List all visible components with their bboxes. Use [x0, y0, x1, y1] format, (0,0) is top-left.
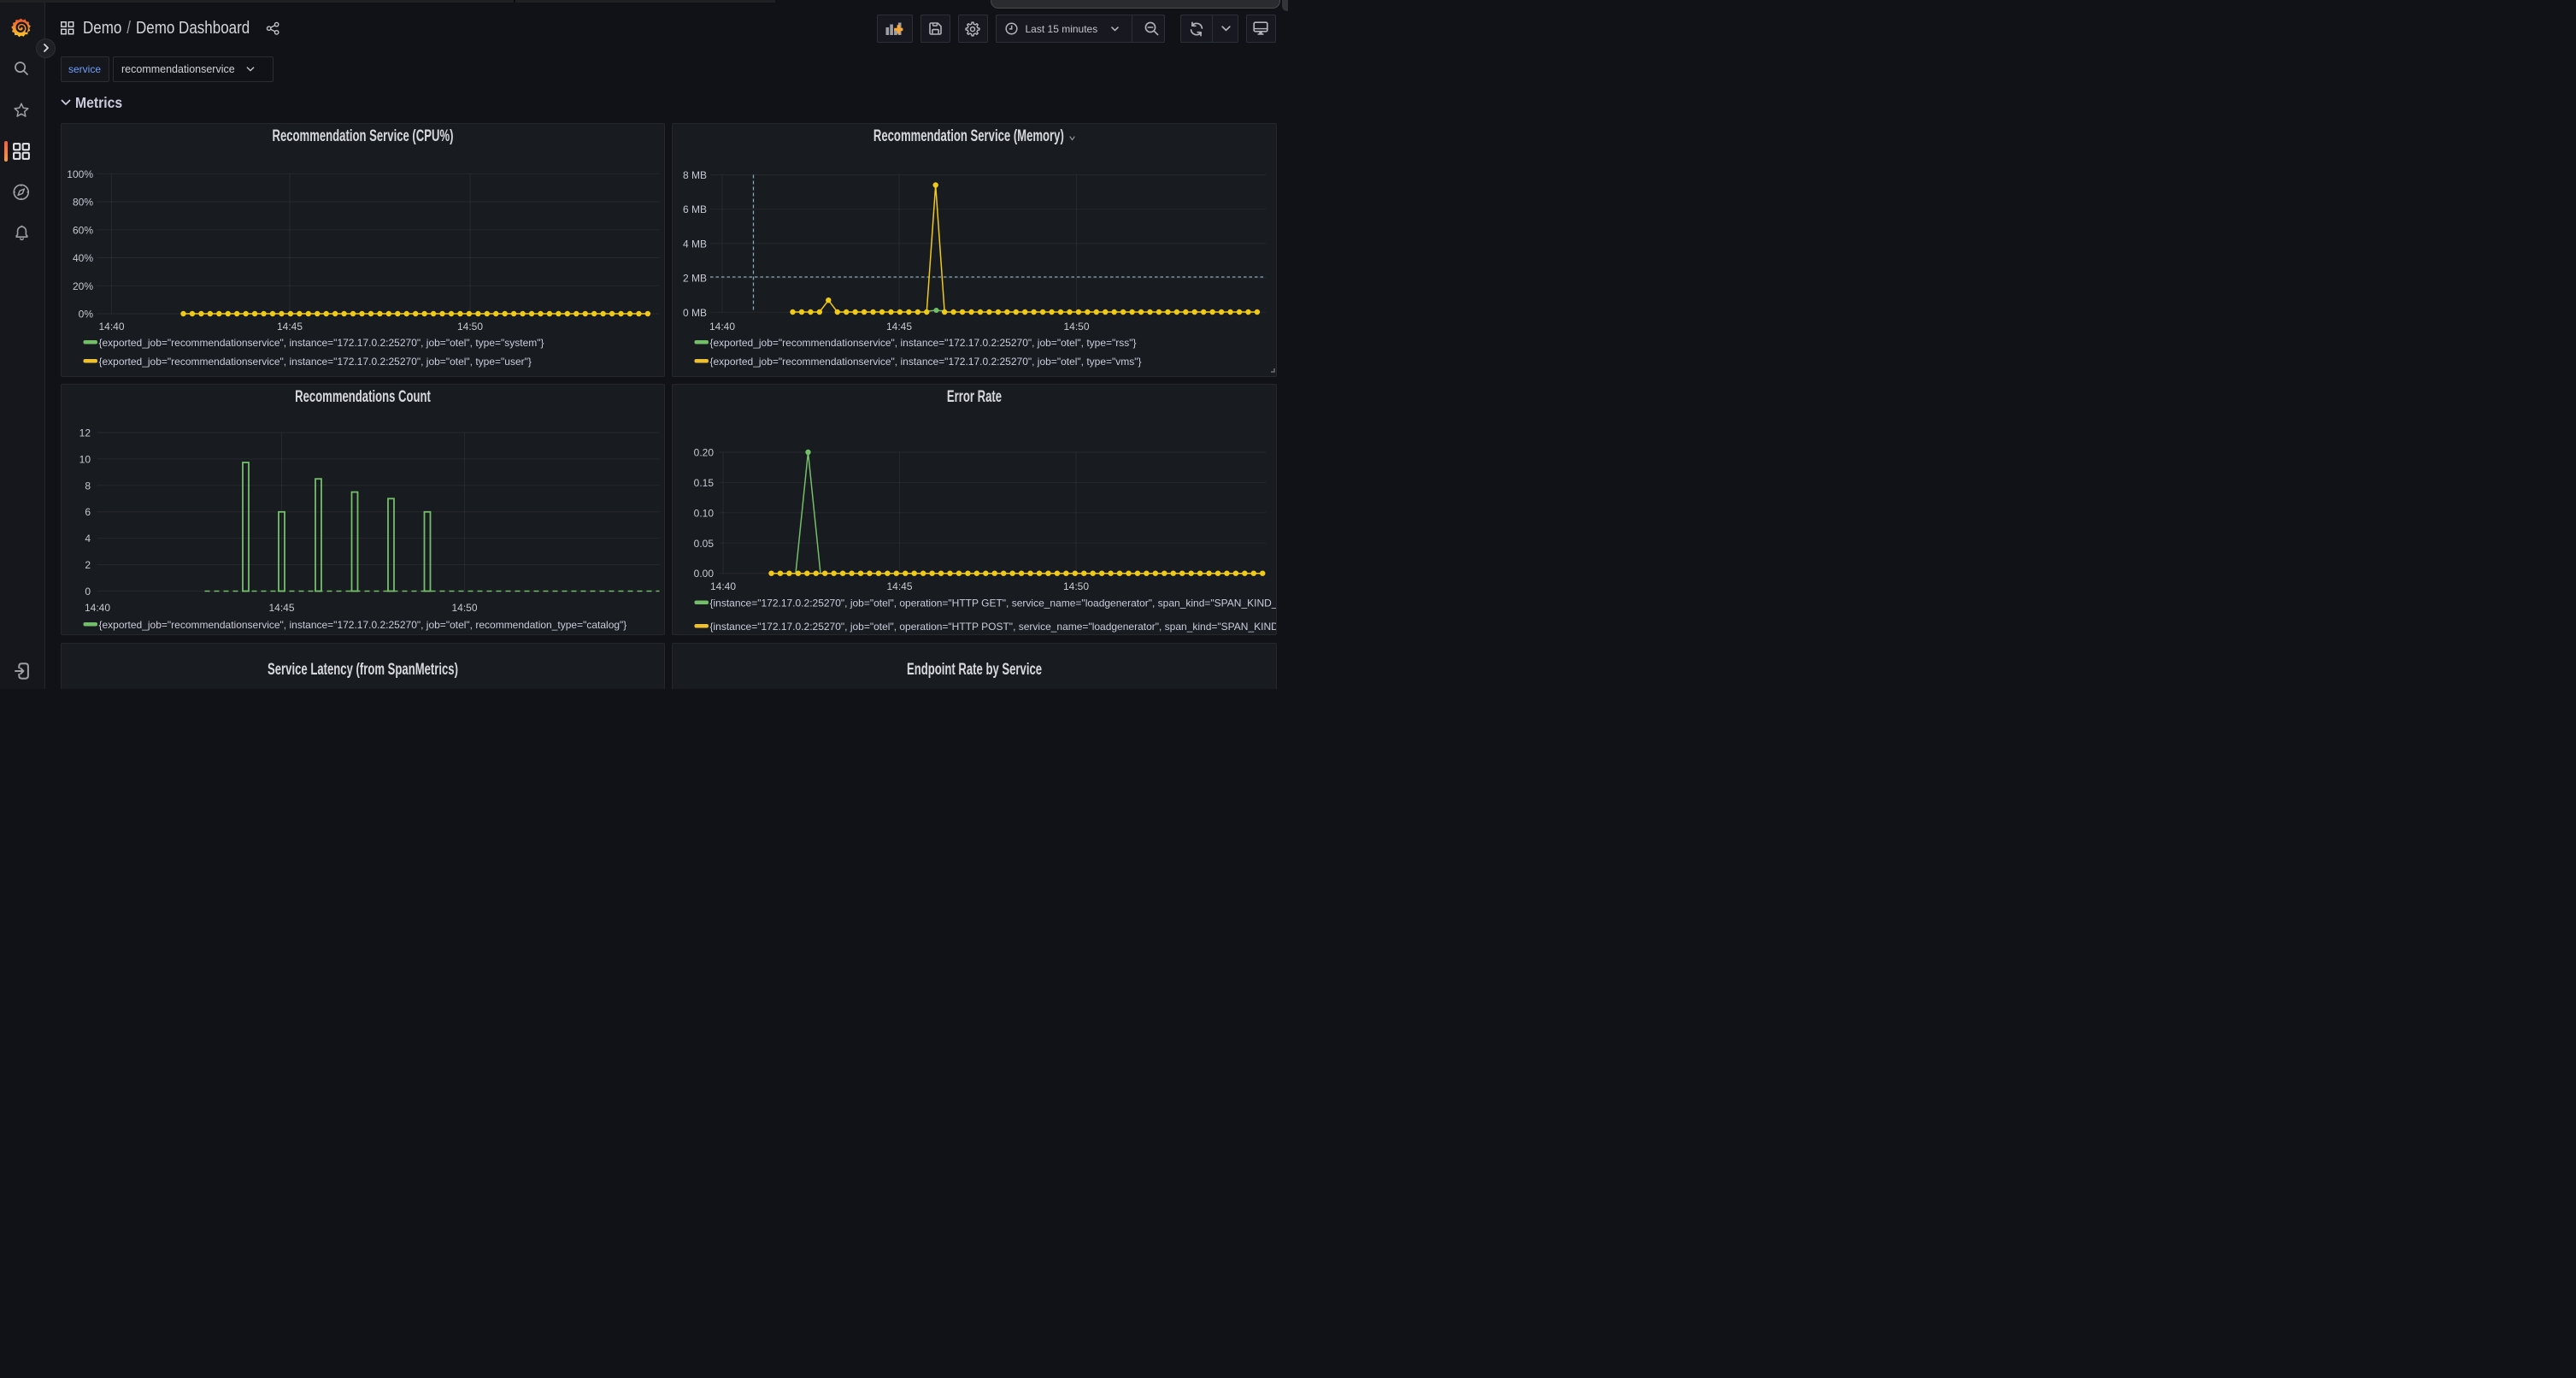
svg-text:0: 0 [85, 586, 91, 598]
svg-text:0.00: 0.00 [694, 568, 715, 580]
svg-text:{exported_job="recommendations: {exported_job="recommendationservice", i… [710, 337, 1137, 349]
svg-text:14:45: 14:45 [886, 321, 912, 333]
svg-text:0.10: 0.10 [694, 507, 715, 519]
svg-text:{instance="172.17.0.2:25270",: {instance="172.17.0.2:25270", job="otel"… [710, 597, 1278, 609]
svg-text:{exported_job="recommendations: {exported_job="recommendationservice", i… [98, 337, 544, 349]
svg-text:40%: 40% [72, 252, 92, 264]
svg-text:8 MB: 8 MB [683, 169, 707, 181]
svg-text:{exported_job="recommendations: {exported_job="recommendationservice", i… [98, 356, 531, 368]
svg-text:100%: 100% [67, 168, 93, 180]
svg-text:14:50: 14:50 [1063, 321, 1089, 333]
svg-text:20%: 20% [72, 280, 92, 292]
svg-text:12: 12 [79, 427, 91, 439]
svg-text:14:50: 14:50 [456, 321, 482, 333]
svg-text:0.20: 0.20 [694, 446, 715, 458]
svg-text:60%: 60% [72, 224, 92, 236]
svg-text:2: 2 [85, 559, 91, 571]
svg-text:14:45: 14:45 [276, 321, 302, 333]
svg-text:2 MB: 2 MB [683, 272, 707, 284]
svg-text:14:50: 14:50 [1063, 580, 1089, 592]
svg-text:6: 6 [85, 506, 91, 518]
svg-text:80%: 80% [72, 196, 92, 208]
svg-text:6 MB: 6 MB [683, 203, 707, 215]
svg-text:14:45: 14:45 [268, 602, 294, 614]
svg-text:{exported_job="recommendations: {exported_job="recommendationservice", i… [710, 356, 1142, 368]
svg-text:14:40: 14:40 [84, 602, 109, 614]
svg-text:{instance="172.17.0.2:25270",: {instance="172.17.0.2:25270", job="otel"… [710, 621, 1278, 633]
svg-text:0 MB: 0 MB [683, 306, 707, 318]
svg-text:0.05: 0.05 [694, 537, 715, 549]
svg-text:{exported_job="recommendations: {exported_job="recommendationservice", i… [98, 619, 626, 631]
svg-text:10: 10 [79, 453, 91, 465]
svg-text:8: 8 [85, 480, 91, 492]
svg-text:14:45: 14:45 [886, 580, 912, 592]
svg-text:14:40: 14:40 [98, 321, 124, 333]
svg-text:14:50: 14:50 [451, 602, 477, 614]
svg-text:0%: 0% [78, 308, 93, 320]
svg-text:14:40: 14:40 [710, 580, 736, 592]
svg-text:4: 4 [85, 533, 91, 545]
svg-text:14:40: 14:40 [709, 321, 735, 333]
svg-text:0.15: 0.15 [694, 476, 715, 488]
svg-text:4 MB: 4 MB [683, 238, 707, 250]
